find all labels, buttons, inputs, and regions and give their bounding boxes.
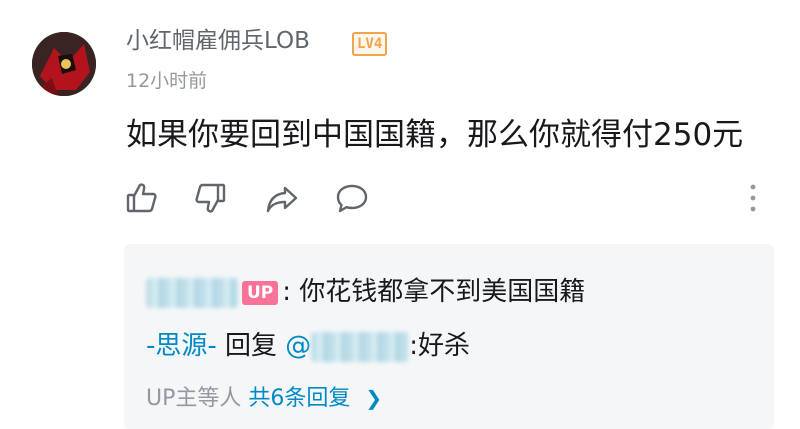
mention-prefix: @ — [285, 331, 312, 361]
username[interactable]: 小红帽雇佣兵LOB — [126, 24, 310, 58]
comment-text: 如果你要回到中国国籍，那么你就得付250元 — [126, 117, 744, 153]
level-badge: LV4 — [352, 32, 388, 56]
reply-mention[interactable]: @ — [285, 331, 410, 362]
share-icon[interactable] — [264, 180, 300, 216]
reply-item-1: UP: 你花钱都拿不到美国国籍 — [146, 272, 585, 312]
thumbs-up-icon[interactable] — [124, 180, 160, 216]
more-vertical-icon[interactable] — [745, 180, 761, 216]
reply-author[interactable]: -思源- — [146, 331, 217, 361]
reply-text-1: : 你花钱都拿不到美国国籍 — [282, 277, 586, 307]
reply-summary-prefix: UP主等人 — [146, 386, 249, 411]
comment-timestamp: 12小时前 — [126, 70, 208, 92]
avatar-image — [32, 32, 96, 96]
blurred-username — [146, 277, 238, 308]
chevron-right-icon[interactable]: ❯ — [365, 386, 382, 410]
comment-icon[interactable] — [334, 180, 370, 216]
reply-summary[interactable]: UP主等人 共6条回复 ❯ — [146, 380, 382, 417]
thumbs-down-icon[interactable] — [192, 180, 228, 216]
reply-item-2: -思源- 回复 @ :好杀 — [146, 326, 470, 366]
reply-word: 回复 — [216, 331, 286, 361]
avatar[interactable] — [32, 32, 96, 96]
reply-text-2: :好杀 — [409, 331, 471, 361]
reply-preview-box[interactable]: UP: 你花钱都拿不到美国国籍 -思源- 回复 @ :好杀 UP主等人 共6条回复… — [124, 244, 774, 429]
up-badge: UP — [242, 280, 279, 305]
blurred-mention-name — [311, 331, 410, 362]
view-replies-link[interactable]: 共6条回复 — [248, 386, 350, 411]
